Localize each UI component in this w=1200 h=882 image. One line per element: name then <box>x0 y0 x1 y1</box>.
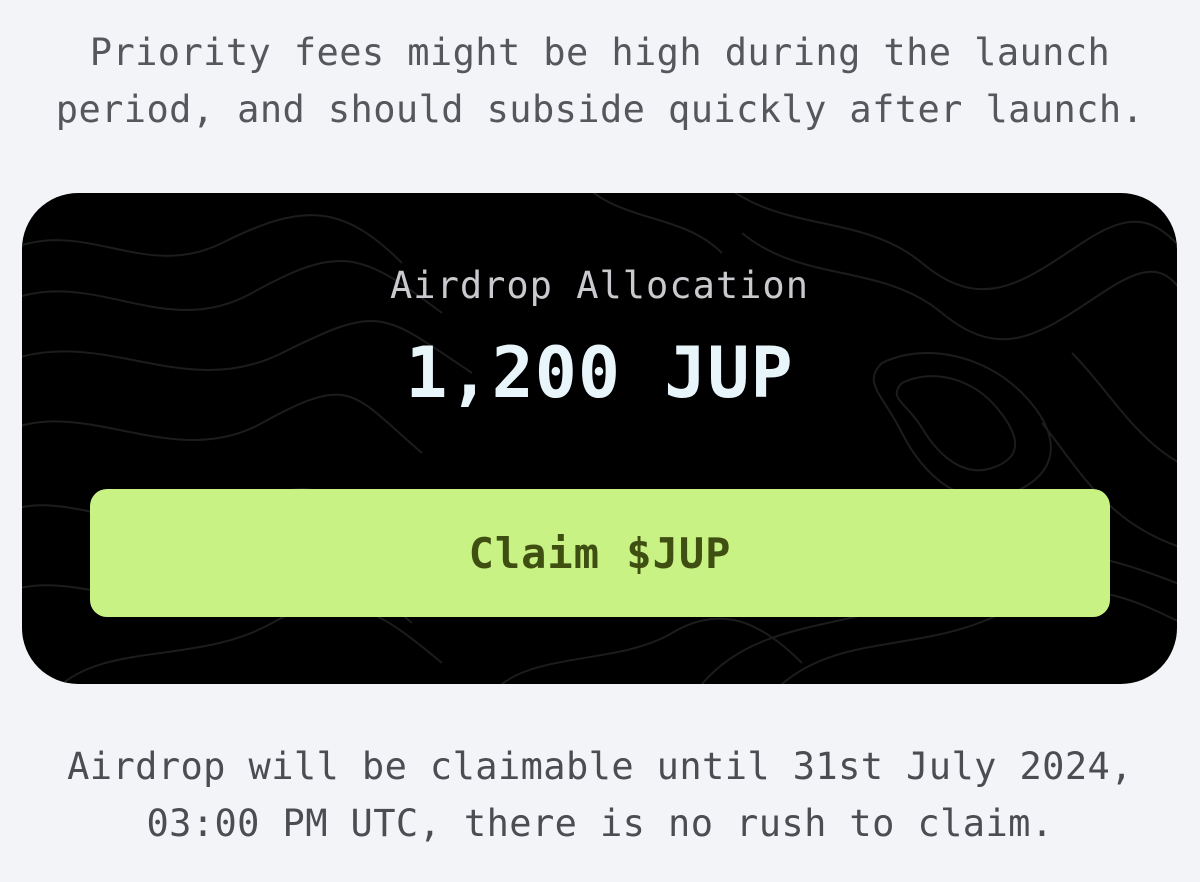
claim-jup-button[interactable]: Claim $JUP <box>90 489 1110 617</box>
claim-deadline-notice-line-2: 03:00 PM UTC, there is no rush to claim. <box>146 802 1054 845</box>
allocation-label: Airdrop Allocation <box>390 264 809 307</box>
claim-deadline-notice: Airdrop will be claimable until 31st Jul… <box>0 738 1200 852</box>
allocation-amount: 1,200 JUP <box>405 332 794 414</box>
priority-fee-notice-line-2: period, and should subside quickly after… <box>55 88 1145 131</box>
claim-deadline-notice-line-1: Airdrop will be claimable until 31st Jul… <box>67 745 1133 788</box>
airdrop-allocation-card: Airdrop Allocation 1,200 JUP Claim $JUP <box>22 193 1177 684</box>
priority-fee-notice: Priority fees might be high during the l… <box>0 24 1200 138</box>
priority-fee-notice-line-1: Priority fees might be high during the l… <box>89 31 1111 74</box>
